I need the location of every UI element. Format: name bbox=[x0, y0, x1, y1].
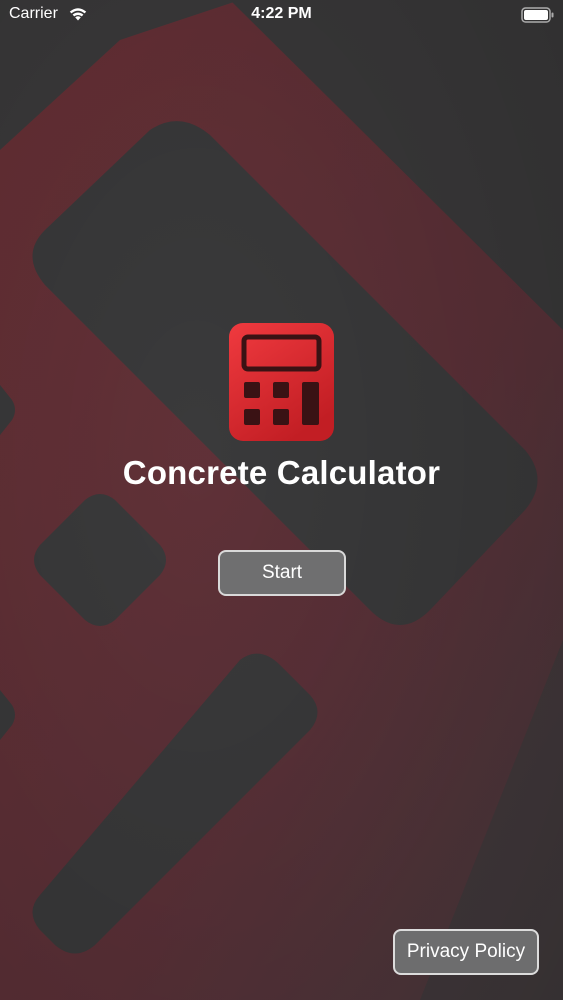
app-title: Concrete Calculator bbox=[122, 454, 441, 491]
clock-label: 4:22 PM bbox=[251, 5, 312, 22]
splash-screen: Carrier 4:22 PM Concrete Calculator Star… bbox=[0, 0, 563, 1000]
start-button[interactable]: Start bbox=[218, 550, 346, 596]
privacy-policy-button[interactable]: Privacy Policy bbox=[393, 929, 539, 975]
calculator-icon bbox=[229, 323, 334, 441]
battery-icon bbox=[521, 7, 554, 23]
background-pattern bbox=[0, 0, 563, 1000]
status-bar: Carrier 4:22 PM bbox=[0, 0, 563, 30]
